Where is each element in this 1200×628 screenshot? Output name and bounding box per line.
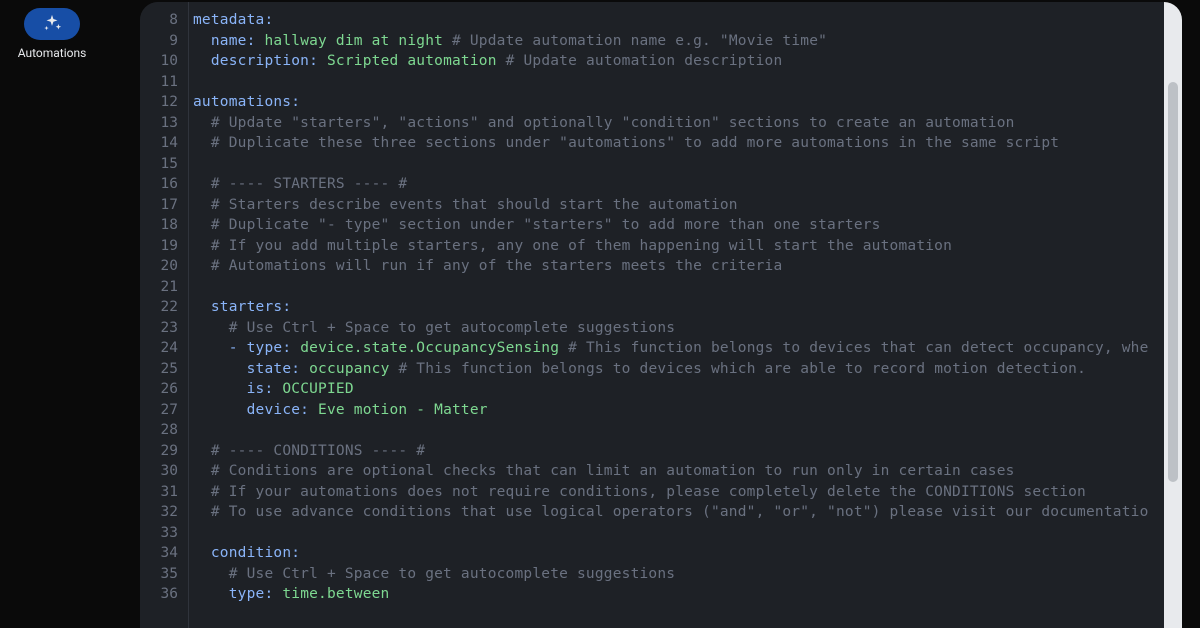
line-number: 11 — [140, 72, 188, 93]
code-line[interactable]: condition: — [193, 543, 1164, 564]
code-area[interactable]: metadata: name: hallway dim at night # U… — [193, 2, 1164, 628]
line-number: 36 — [140, 584, 188, 605]
code-line[interactable] — [193, 420, 1164, 441]
line-number: 27 — [140, 400, 188, 421]
line-number: 23 — [140, 318, 188, 339]
line-number: 25 — [140, 359, 188, 380]
code-line[interactable]: # If you add multiple starters, any one … — [193, 236, 1164, 257]
editor-wrap: 8910111213141516171819202122232425262728… — [104, 2, 1200, 628]
line-number: 17 — [140, 195, 188, 216]
line-number: 24 — [140, 338, 188, 359]
sidebar-item-automations[interactable]: Automations — [0, 4, 104, 64]
code-line[interactable] — [193, 277, 1164, 298]
sidebar: Automations — [0, 0, 104, 628]
line-number: 32 — [140, 502, 188, 523]
line-number: 10 — [140, 51, 188, 72]
line-number: 29 — [140, 441, 188, 462]
sparkle-icon — [24, 8, 80, 40]
code-line[interactable]: name: hallway dim at night # Update auto… — [193, 31, 1164, 52]
code-line[interactable]: # Starters describe events that should s… — [193, 195, 1164, 216]
code-line[interactable]: # Duplicate these three sections under "… — [193, 133, 1164, 154]
scrollbar-thumb[interactable] — [1168, 82, 1178, 482]
line-number: 19 — [140, 236, 188, 257]
scrollbar[interactable] — [1164, 2, 1182, 628]
line-number: 12 — [140, 92, 188, 113]
code-line[interactable]: # Update "starters", "actions" and optio… — [193, 113, 1164, 134]
code-editor[interactable]: 8910111213141516171819202122232425262728… — [140, 2, 1182, 628]
line-number: 15 — [140, 154, 188, 175]
gutter-border — [188, 2, 189, 628]
code-line[interactable]: starters: — [193, 297, 1164, 318]
line-number: 9 — [140, 31, 188, 52]
code-line[interactable]: - type: device.state.OccupancySensing # … — [193, 338, 1164, 359]
line-number: 34 — [140, 543, 188, 564]
line-number: 26 — [140, 379, 188, 400]
code-line[interactable]: metadata: — [193, 10, 1164, 31]
code-line[interactable] — [193, 154, 1164, 175]
code-line[interactable]: description: Scripted automation # Updat… — [193, 51, 1164, 72]
code-line[interactable]: # ---- STARTERS ---- # — [193, 174, 1164, 195]
code-line[interactable]: device: Eve motion - Matter — [193, 400, 1164, 421]
line-number: 20 — [140, 256, 188, 277]
line-number: 14 — [140, 133, 188, 154]
code-line[interactable]: state: occupancy # This function belongs… — [193, 359, 1164, 380]
code-line[interactable]: # To use advance conditions that use log… — [193, 502, 1164, 523]
line-number: 28 — [140, 420, 188, 441]
line-gutter: 8910111213141516171819202122232425262728… — [140, 2, 188, 628]
line-number: 18 — [140, 215, 188, 236]
line-number: 8 — [140, 10, 188, 31]
line-number: 16 — [140, 174, 188, 195]
code-line[interactable]: # Use Ctrl + Space to get autocomplete s… — [193, 564, 1164, 585]
line-number: 31 — [140, 482, 188, 503]
code-line[interactable]: # Conditions are optional checks that ca… — [193, 461, 1164, 482]
line-number: 30 — [140, 461, 188, 482]
line-number: 33 — [140, 523, 188, 544]
code-line[interactable] — [193, 523, 1164, 544]
code-line[interactable]: # ---- CONDITIONS ---- # — [193, 441, 1164, 462]
line-number: 35 — [140, 564, 188, 585]
code-line[interactable]: # If your automations does not require c… — [193, 482, 1164, 503]
code-line[interactable] — [193, 72, 1164, 93]
code-line[interactable]: # Automations will run if any of the sta… — [193, 256, 1164, 277]
code-line[interactable]: # Use Ctrl + Space to get autocomplete s… — [193, 318, 1164, 339]
code-line[interactable]: type: time.between — [193, 584, 1164, 605]
code-line[interactable]: is: OCCUPIED — [193, 379, 1164, 400]
code-line[interactable]: automations: — [193, 92, 1164, 113]
sidebar-item-label: Automations — [18, 46, 87, 60]
line-number: 13 — [140, 113, 188, 134]
line-number: 21 — [140, 277, 188, 298]
code-line[interactable]: # Duplicate "- type" section under "star… — [193, 215, 1164, 236]
line-number: 22 — [140, 297, 188, 318]
